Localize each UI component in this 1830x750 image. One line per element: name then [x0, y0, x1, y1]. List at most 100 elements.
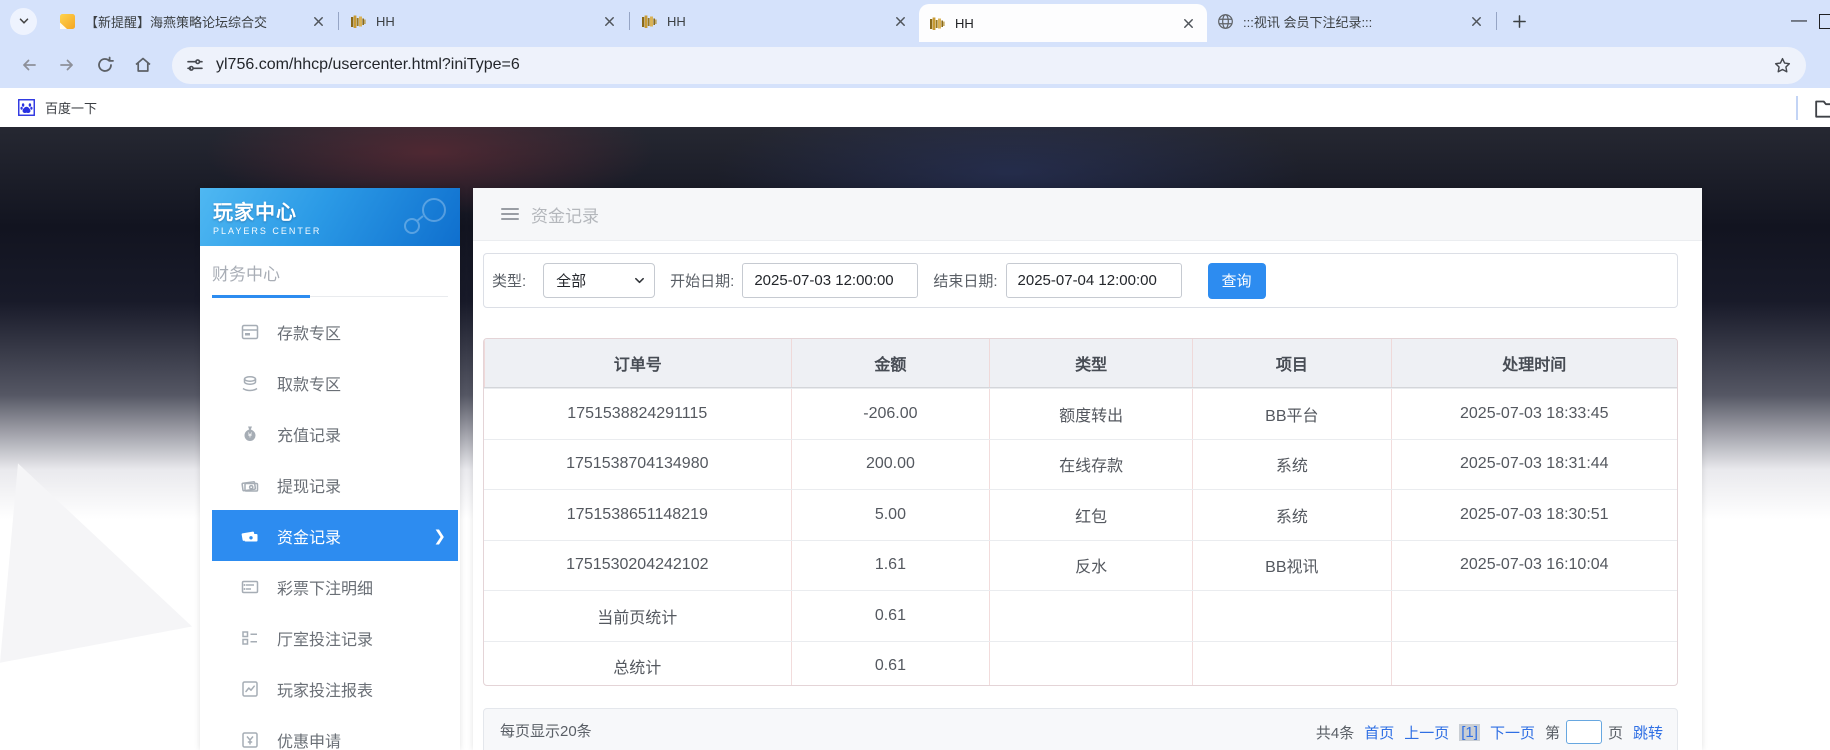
table-header-row: 订单号金额类型项目处理时间: [484, 339, 1677, 388]
end-date-value: 2025-07-04 12:00:00: [1018, 272, 1157, 289]
jump-page-input[interactable]: [1566, 720, 1602, 744]
table-cell: BB平台: [1192, 389, 1391, 439]
chevron-right-icon: ❯: [433, 527, 446, 545]
sidebar-item-7[interactable]: 厅室投注记录❯: [212, 612, 458, 663]
hh-favicon-icon: [929, 15, 946, 32]
page-size-text: 每页显示20条: [500, 720, 592, 741]
table-cell: [1391, 591, 1677, 641]
deposit-card-icon: [240, 322, 260, 342]
table-cell: 当前页统计: [484, 591, 791, 641]
type-select-value: 全部: [556, 270, 586, 291]
funds-table: 订单号金额类型项目处理时间 1751538824291115-206.00额度转…: [483, 338, 1678, 686]
browser-tab-3[interactable]: HH: [631, 0, 919, 42]
sidebar-section-underline: [212, 296, 448, 297]
tab-separator: [629, 12, 630, 30]
tab-close-icon[interactable]: [891, 12, 909, 30]
column-header: 订单号: [484, 339, 791, 387]
url-text: yl756.com/hhcp/usercenter.html?iniType=6: [216, 56, 1773, 74]
next-page-link[interactable]: 下一页: [1490, 722, 1535, 743]
total-count-text: 共4条: [1316, 722, 1354, 743]
player-center-sidebar: 玩家中心 PLAYERS CENTER 财务中心 存款专区❯取款专区❯¥充值记录…: [200, 188, 460, 750]
sidebar-header: 玩家中心 PLAYERS CENTER: [200, 188, 460, 246]
end-date-label: 结束日期:: [933, 270, 997, 291]
new-tab-button[interactable]: [1506, 8, 1532, 34]
sidebar-item-8[interactable]: 玩家投注报表❯: [212, 663, 458, 714]
bookmark-baidu[interactable]: 百度一下: [18, 98, 97, 117]
address-bar[interactable]: yl756.com/hhcp/usercenter.html?iniType=6: [172, 47, 1806, 84]
svg-text:¥: ¥: [248, 431, 253, 439]
sidebar-item-3[interactable]: ¥充值记录❯: [212, 408, 458, 459]
other-bookmarks-folder-icon[interactable]: [1814, 97, 1830, 119]
tab-close-icon[interactable]: [600, 12, 618, 30]
column-header: 项目: [1192, 339, 1391, 387]
sidebar-item-5[interactable]: 资金记录❯: [212, 510, 458, 561]
window-maximize-button[interactable]: [1819, 14, 1830, 29]
search-button[interactable]: 查询: [1208, 263, 1266, 299]
start-date-input[interactable]: 2025-07-03 12:00:00: [742, 263, 918, 298]
tab-close-icon[interactable]: [309, 12, 327, 30]
sidebar-item-label: 优惠申请: [277, 728, 341, 750]
browser-tab-2[interactable]: HH: [340, 0, 628, 42]
table-cell: 在线存款: [989, 440, 1192, 490]
current-page-indicator: [1]: [1459, 724, 1480, 741]
sidebar-item-6[interactable]: 彩票下注明细❯: [212, 561, 458, 612]
baidu-paw-icon: [18, 99, 35, 116]
tab-separator: [338, 12, 339, 30]
start-date-value: 2025-07-03 12:00:00: [754, 272, 893, 289]
moneybag-icon: ¥: [240, 424, 260, 444]
forward-button[interactable]: [52, 50, 82, 80]
table-cell: 200.00: [791, 440, 990, 490]
browser-tab-1[interactable]: 【新提醒】海燕策略论坛综合交: [49, 0, 337, 42]
back-button[interactable]: [14, 50, 44, 80]
sidebar-item-label: 存款专区: [277, 320, 341, 344]
home-button[interactable]: [128, 50, 158, 80]
tab-close-icon[interactable]: [1467, 12, 1485, 30]
browser-tab-4[interactable]: HH: [919, 4, 1207, 42]
sidebar-item-9[interactable]: 优惠申请❯: [212, 714, 458, 750]
bookmarks-separator: [1796, 96, 1798, 120]
note-favicon-icon: [59, 13, 76, 30]
end-date-input[interactable]: 2025-07-04 12:00:00: [1006, 263, 1182, 298]
window-controls: —: [1779, 0, 1830, 42]
type-filter-label: 类型:: [492, 270, 526, 291]
table-row-6: 总统计0.61: [484, 641, 1677, 687]
sidebar-item-1[interactable]: 存款专区❯: [212, 306, 458, 357]
banknotes-icon: [240, 475, 260, 495]
reload-button[interactable]: [90, 50, 120, 80]
jump-action-link[interactable]: 跳转: [1633, 722, 1663, 743]
table-row-1: 1751538824291115-206.00额度转出BB平台2025-07-0…: [484, 388, 1677, 439]
table-cell: 1751530204242102: [484, 541, 791, 591]
first-page-link[interactable]: 首页: [1364, 722, 1394, 743]
panel-header: 资金记录: [473, 188, 1702, 241]
prev-page-link[interactable]: 上一页: [1404, 722, 1449, 743]
type-select[interactable]: 全部: [543, 263, 655, 298]
tab-title: HH: [376, 14, 600, 29]
table-row-2: 1751538704134980200.00在线存款系统2025-07-03 1…: [484, 439, 1677, 490]
sidebar-item-label: 彩票下注明细: [277, 575, 373, 599]
site-settings-icon[interactable]: [186, 56, 204, 74]
browser-tab-5[interactable]: :::视讯 会员下注纪录:::: [1207, 0, 1495, 42]
tab-separator: [1496, 12, 1497, 30]
column-header: 金额: [791, 339, 990, 387]
jump-suffix-text: 页: [1608, 722, 1623, 743]
hamburger-menu-icon[interactable]: [501, 208, 519, 221]
table-row-5: 当前页统计0.61: [484, 590, 1677, 641]
window-minimize-button[interactable]: —: [1779, 12, 1819, 30]
start-date-label: 开始日期:: [670, 270, 734, 291]
sidebar-item-2[interactable]: 取款专区❯: [212, 357, 458, 408]
bookmark-star-icon[interactable]: [1773, 56, 1792, 75]
table-cell: 1751538824291115: [484, 389, 791, 439]
sidebar-item-4[interactable]: 提现记录❯: [212, 459, 458, 510]
sidebar-item-label: 取款专区: [277, 371, 341, 395]
table-cell: 额度转出: [989, 389, 1192, 439]
pagination: 共4条 首页 上一页 [1] 下一页 第 页 跳转: [1306, 720, 1663, 744]
tab-close-icon[interactable]: [1179, 14, 1197, 32]
tab-search-button[interactable]: [10, 8, 37, 35]
table-cell: 5.00: [791, 490, 990, 540]
table-cell: 1.61: [791, 541, 990, 591]
column-header: 处理时间: [1391, 339, 1677, 387]
sidebar-section-title: 财务中心: [212, 260, 460, 285]
withdraw-hand-icon: [240, 373, 260, 393]
tab-title: HH: [955, 16, 1179, 31]
sidebar-item-label: 玩家投注报表: [277, 677, 373, 701]
